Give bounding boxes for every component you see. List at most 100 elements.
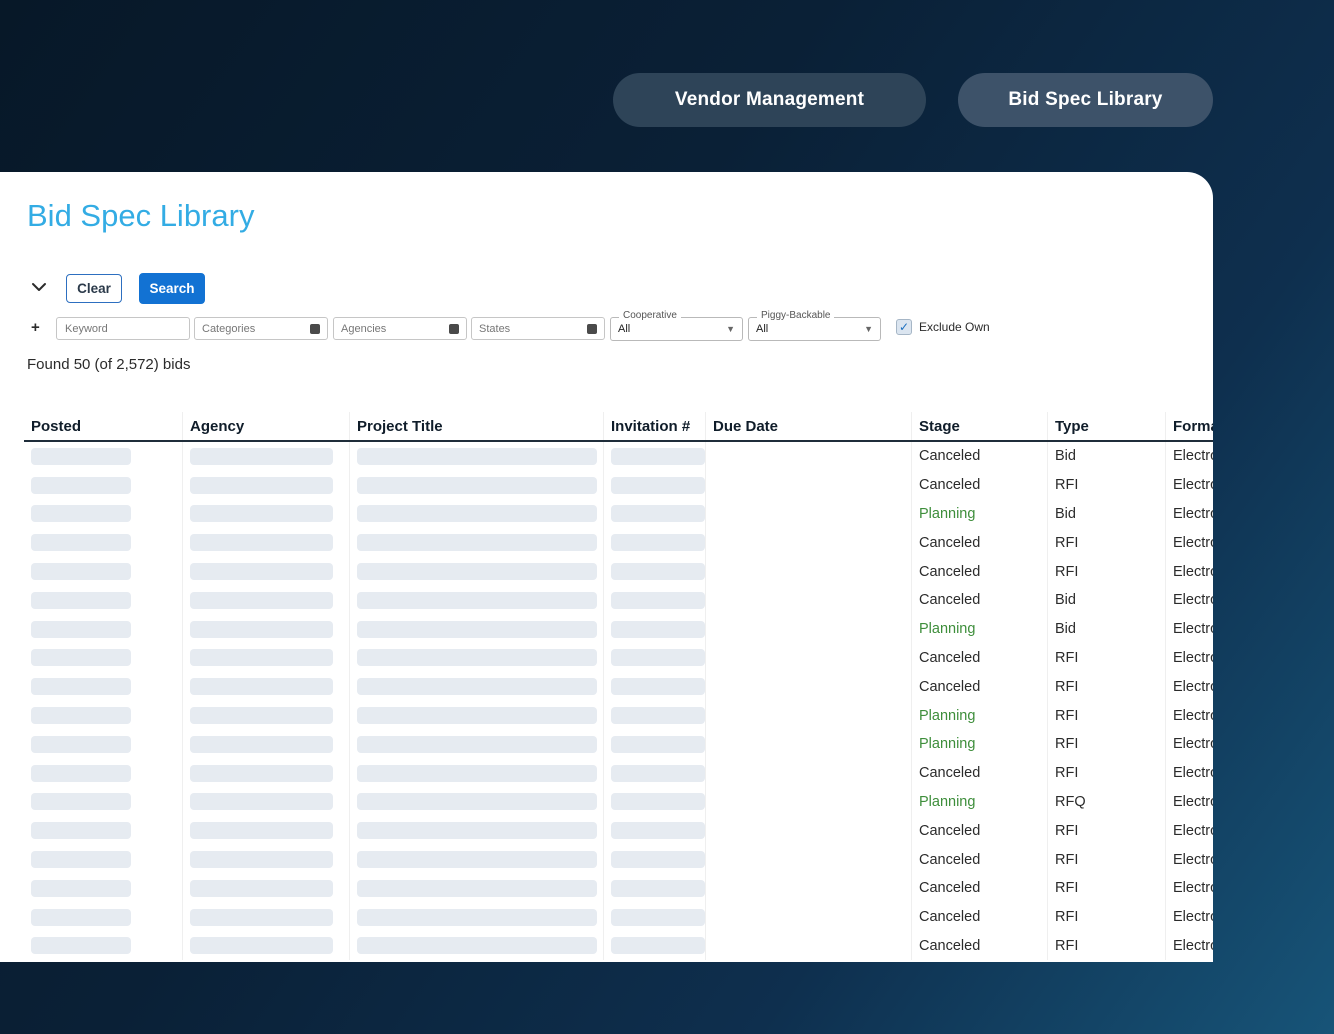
redacted-placeholder-bar bbox=[611, 678, 705, 696]
table-row[interactable]: CanceledRFIElectronic bbox=[24, 672, 1213, 702]
redacted-placeholder-bar bbox=[31, 707, 131, 725]
cell-project-title bbox=[350, 701, 604, 730]
nav-tab-vendor-management[interactable]: Vendor Management bbox=[613, 73, 926, 127]
table-header-row: Posted Agency Project Title Invitation # Due… bbox=[24, 412, 1213, 442]
cell-invitation bbox=[604, 528, 706, 558]
redacted-placeholder-bar bbox=[357, 937, 597, 955]
keyword-input[interactable] bbox=[56, 317, 190, 340]
table-row[interactable]: CanceledRFIElectronic bbox=[24, 528, 1213, 558]
table-row[interactable]: CanceledRFIElectronic bbox=[24, 902, 1213, 932]
table-row[interactable]: CanceledRFIElectronic bbox=[24, 931, 1213, 961]
column-header-posted[interactable]: Posted bbox=[24, 412, 183, 440]
table-row[interactable]: CanceledRFIElectronic bbox=[24, 816, 1213, 846]
column-header-invitation[interactable]: Invitation # bbox=[604, 412, 706, 440]
redacted-placeholder-bar bbox=[357, 505, 597, 523]
cell-type: RFI bbox=[1048, 873, 1166, 903]
column-header-stage[interactable]: Stage bbox=[912, 412, 1048, 440]
table-row[interactable]: PlanningRFIElectronic bbox=[24, 701, 1213, 730]
cell-posted bbox=[24, 557, 183, 586]
cell-stage: Canceled bbox=[912, 816, 1048, 846]
redacted-placeholder-bar bbox=[190, 476, 333, 494]
redacted-placeholder-bar bbox=[357, 476, 597, 494]
column-header-agency[interactable]: Agency bbox=[183, 412, 350, 440]
redacted-placeholder-bar bbox=[611, 793, 705, 811]
cell-project-title bbox=[350, 816, 604, 846]
redacted-placeholder-bar bbox=[357, 678, 597, 696]
cell-format: Electronic bbox=[1166, 672, 1213, 701]
redacted-placeholder-bar bbox=[190, 822, 333, 840]
clear-button[interactable]: Clear bbox=[66, 274, 122, 303]
cell-project-title bbox=[350, 528, 604, 558]
cell-stage: Canceled bbox=[912, 585, 1048, 615]
cell-type: RFI bbox=[1048, 931, 1166, 961]
redacted-placeholder-bar bbox=[357, 851, 597, 869]
plus-icon[interactable]: + bbox=[31, 319, 40, 336]
redacted-placeholder-bar bbox=[357, 879, 597, 897]
cell-due-date bbox=[706, 557, 912, 586]
cell-due-date bbox=[706, 585, 912, 615]
table-row[interactable]: CanceledRFIElectronic bbox=[24, 845, 1213, 874]
agencies-select[interactable]: Agencies bbox=[333, 317, 467, 340]
cell-type: RFI bbox=[1048, 701, 1166, 730]
cell-stage: Canceled bbox=[912, 931, 1048, 961]
cell-invitation bbox=[604, 787, 706, 817]
cooperative-select-label: Cooperative bbox=[619, 310, 681, 321]
cell-due-date bbox=[706, 931, 912, 961]
table-row[interactable]: CanceledBidElectronic bbox=[24, 585, 1213, 615]
redacted-placeholder-bar bbox=[190, 764, 333, 782]
cell-type: RFI bbox=[1048, 643, 1166, 673]
redacted-placeholder-bar bbox=[357, 649, 597, 667]
cell-format: Electronic bbox=[1166, 788, 1213, 817]
cooperative-select[interactable]: Cooperative All ▼ bbox=[610, 310, 743, 341]
redacted-placeholder-bar bbox=[611, 447, 705, 465]
cell-agency bbox=[183, 729, 350, 759]
redacted-placeholder-bar bbox=[357, 793, 597, 811]
redacted-placeholder-bar bbox=[31, 534, 131, 552]
table-row[interactable]: CanceledRFIElectronic bbox=[24, 873, 1213, 903]
column-header-format[interactable]: Format bbox=[1166, 412, 1213, 440]
table-row[interactable]: CanceledRFIElectronic bbox=[24, 643, 1213, 673]
table-row[interactable]: CanceledBidElectronic bbox=[24, 442, 1213, 471]
column-header-due-date[interactable]: Due Date bbox=[706, 412, 912, 440]
cell-posted bbox=[24, 845, 183, 874]
search-button[interactable]: Search bbox=[139, 273, 205, 304]
categories-select[interactable]: Categories bbox=[194, 317, 328, 340]
states-select[interactable]: States bbox=[471, 317, 605, 340]
piggy-backable-select[interactable]: Piggy-Backable All ▼ bbox=[748, 310, 881, 341]
cell-posted bbox=[24, 470, 183, 500]
checkbox-checked-icon[interactable]: ✓ bbox=[896, 319, 912, 335]
exclude-own-checkbox[interactable]: ✓ Exclude Own bbox=[896, 319, 990, 335]
redacted-placeholder-bar bbox=[611, 851, 705, 869]
redacted-placeholder-bar bbox=[190, 620, 333, 638]
cell-type: Bid bbox=[1048, 442, 1166, 471]
cell-type: Bid bbox=[1048, 499, 1166, 529]
table-row[interactable]: CanceledRFIElectronic bbox=[24, 758, 1213, 788]
chevron-down-icon[interactable] bbox=[31, 280, 49, 294]
cell-invitation bbox=[604, 845, 706, 874]
column-header-project-title[interactable]: Project Title bbox=[350, 412, 604, 440]
cell-posted bbox=[24, 614, 183, 644]
nav-tab-bid-spec-library[interactable]: Bid Spec Library bbox=[958, 73, 1213, 127]
cell-stage: Canceled bbox=[912, 470, 1048, 500]
redacted-placeholder-bar bbox=[357, 620, 597, 638]
table-row[interactable]: PlanningRFIElectronic bbox=[24, 729, 1213, 759]
redacted-placeholder-bar bbox=[357, 822, 597, 840]
table-row[interactable]: PlanningBidElectronic bbox=[24, 499, 1213, 529]
cell-agency bbox=[183, 672, 350, 702]
table-row[interactable]: CanceledRFIElectronic bbox=[24, 557, 1213, 586]
chevron-down-icon: ▼ bbox=[726, 324, 735, 334]
cell-project-title bbox=[350, 614, 604, 644]
cooperative-select-value: All bbox=[618, 323, 631, 335]
cell-agency bbox=[183, 499, 350, 529]
cell-posted bbox=[24, 643, 183, 673]
column-header-type[interactable]: Type bbox=[1048, 412, 1166, 440]
table-row[interactable]: PlanningRFQElectronic bbox=[24, 787, 1213, 817]
cell-invitation bbox=[604, 614, 706, 644]
cell-due-date bbox=[706, 528, 912, 558]
cell-due-date bbox=[706, 643, 912, 673]
cell-agency bbox=[183, 442, 350, 471]
table-row[interactable]: PlanningBidElectronic bbox=[24, 614, 1213, 644]
table-row[interactable]: CanceledRFIElectronic bbox=[24, 470, 1213, 500]
cell-project-title bbox=[350, 931, 604, 961]
cell-format: Electronic bbox=[1166, 759, 1213, 788]
